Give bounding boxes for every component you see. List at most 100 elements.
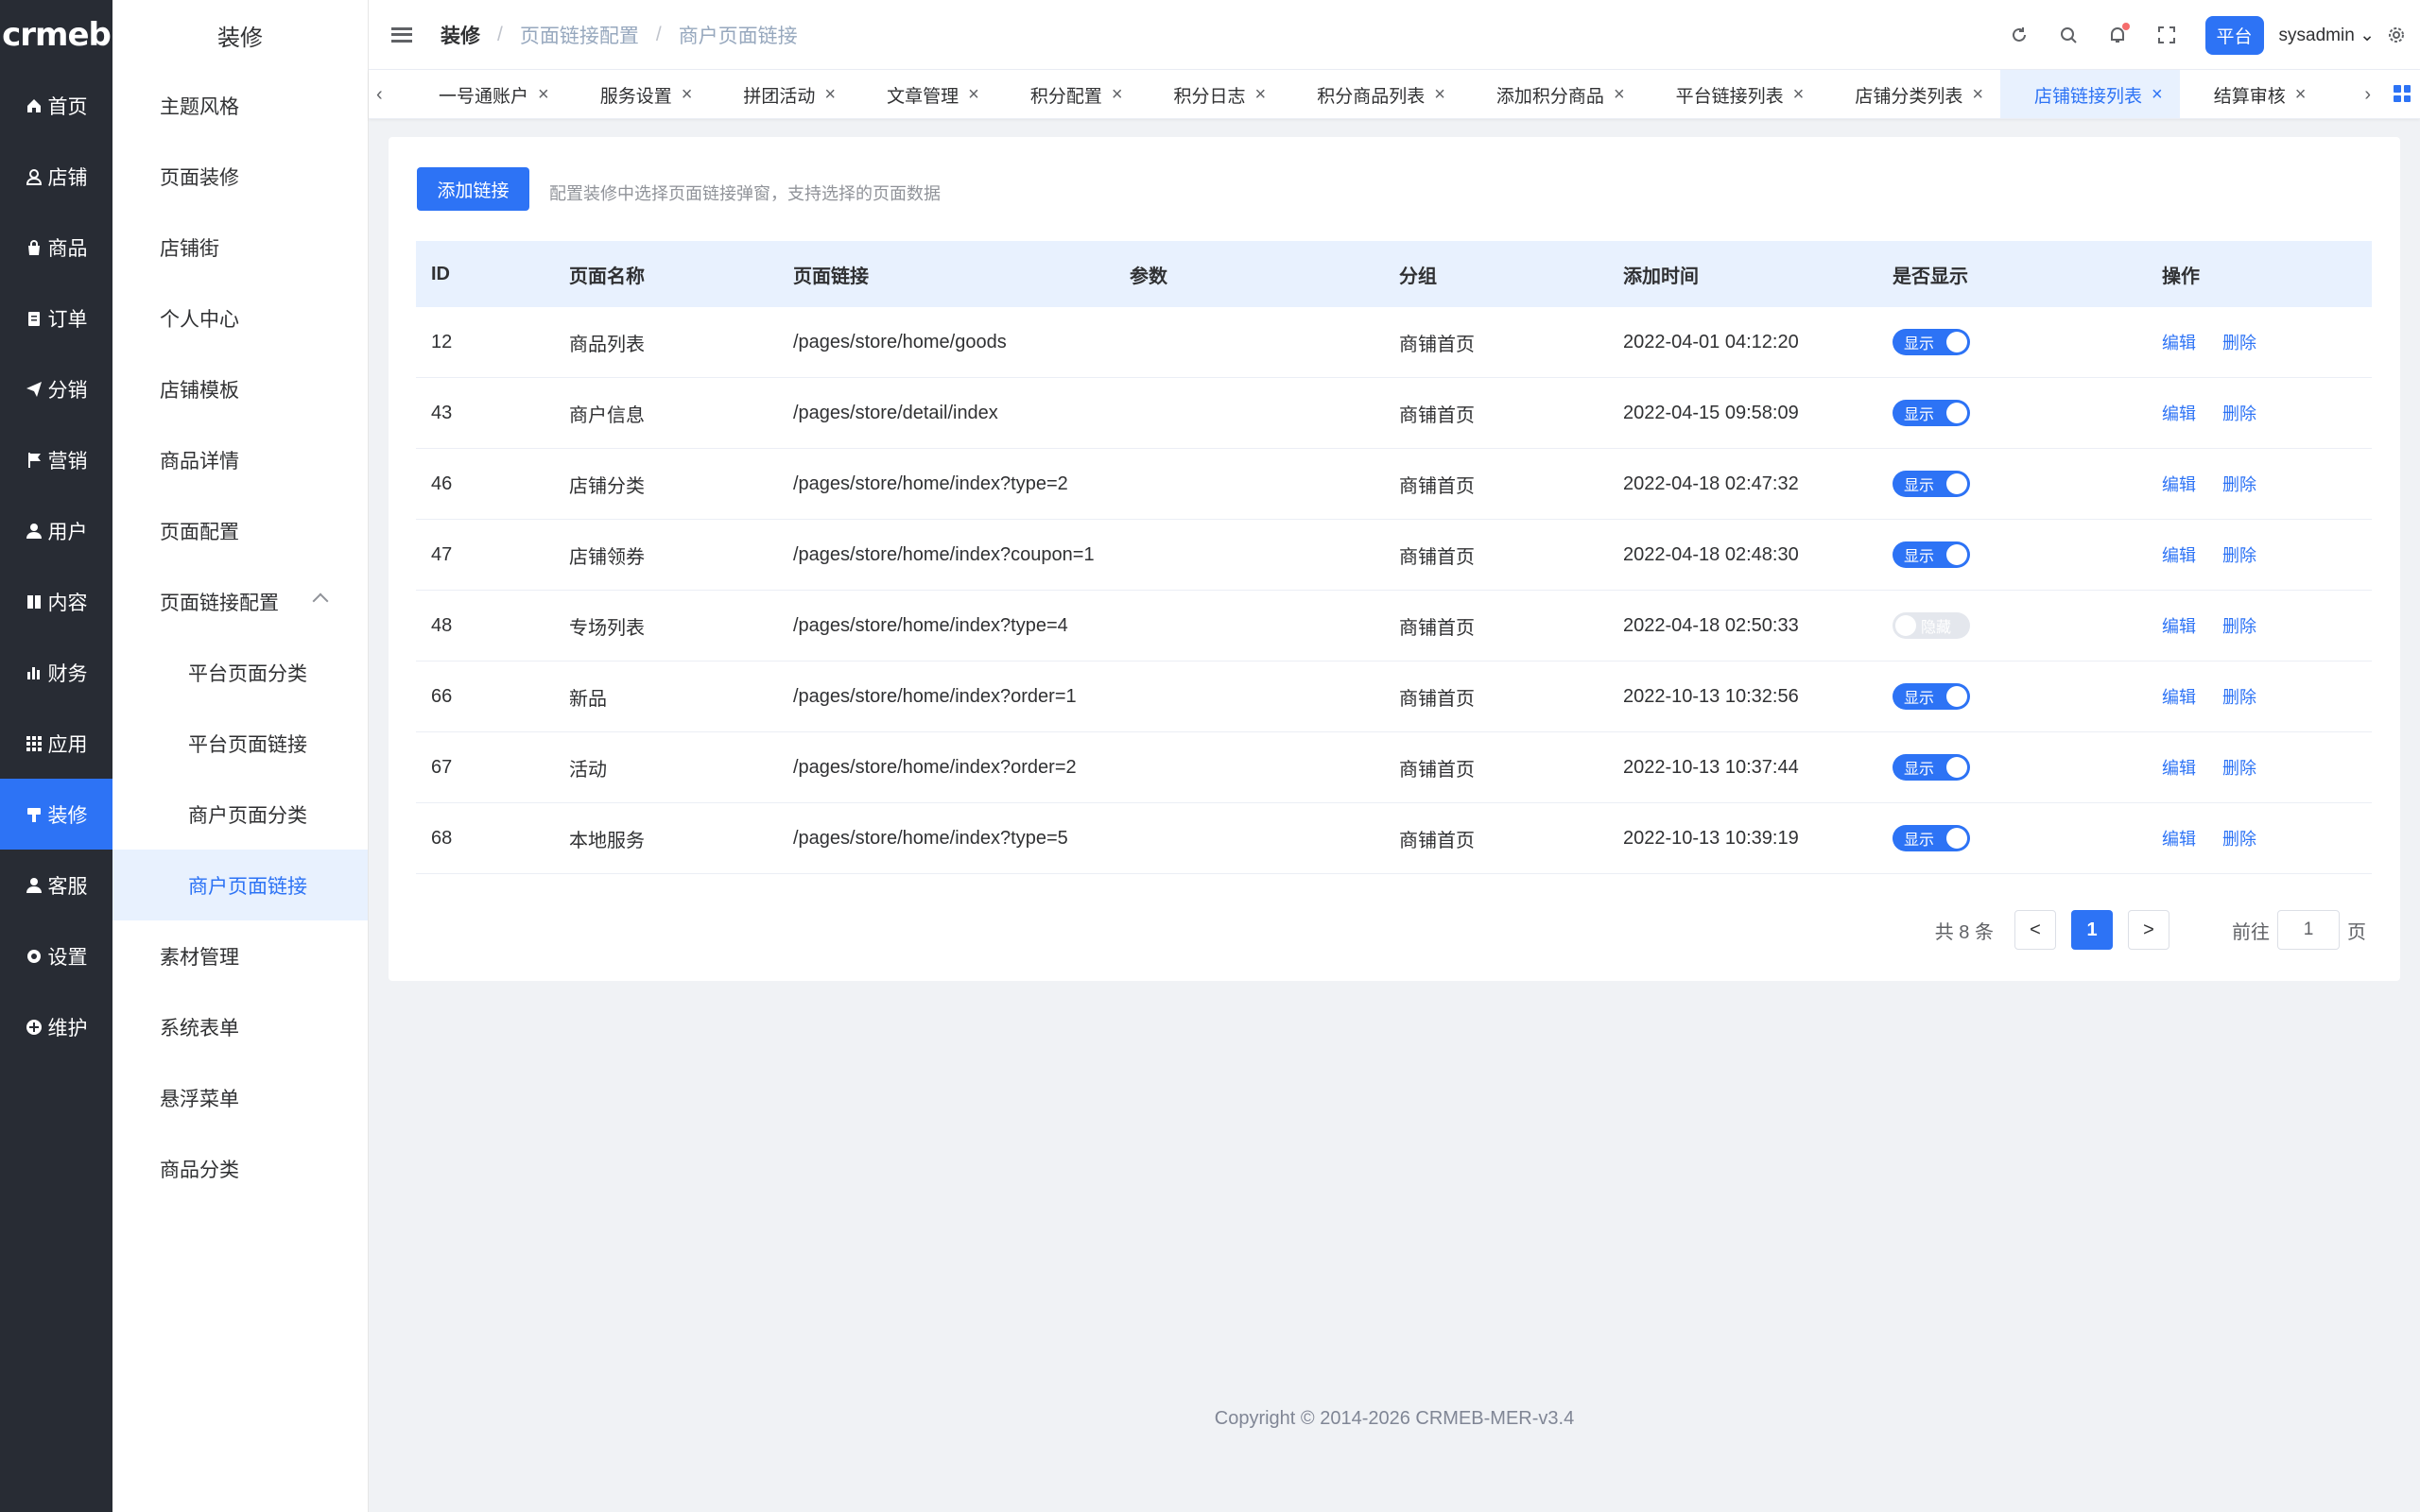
tab-7[interactable]: 添加积分商品 × xyxy=(1462,70,1642,118)
delete-button[interactable]: 删除 xyxy=(2222,404,2256,423)
close-icon[interactable]: × xyxy=(824,84,836,106)
add-link-button[interactable]: 添加链接 xyxy=(417,167,529,211)
show-toggle[interactable]: 显示 xyxy=(1893,329,1970,355)
close-icon[interactable]: × xyxy=(2152,84,2163,106)
close-icon[interactable]: × xyxy=(1972,84,1983,106)
delete-button[interactable]: 删除 xyxy=(2222,830,2256,849)
tab-10[interactable]: 店铺链接列表 × xyxy=(2000,70,2180,118)
show-toggle[interactable]: 显示 xyxy=(1893,754,1970,781)
submenu-item-7[interactable]: 页面链接配置 xyxy=(112,566,368,637)
show-toggle[interactable]: 显示 xyxy=(1893,825,1970,851)
refresh-icon[interactable] xyxy=(2009,25,2030,45)
delete-button[interactable]: 删除 xyxy=(2222,546,2256,565)
show-toggle[interactable]: 隐藏 xyxy=(1893,612,1970,639)
show-toggle[interactable]: 显示 xyxy=(1893,400,1970,426)
close-icon[interactable]: × xyxy=(1793,84,1805,106)
edit-button[interactable]: 编辑 xyxy=(2162,688,2196,707)
collapse-menu-icon[interactable] xyxy=(391,26,412,43)
close-icon[interactable]: × xyxy=(1112,84,1123,106)
submenu-item-1[interactable]: 页面装修 xyxy=(112,141,368,212)
nav-item-5[interactable]: 营销 xyxy=(0,424,112,495)
nav-item-13[interactable]: 维护 xyxy=(0,991,112,1062)
close-icon[interactable]: × xyxy=(538,84,549,106)
nav-item-12[interactable]: 设置 xyxy=(0,920,112,991)
tabs-menu-grid-icon[interactable] xyxy=(2394,85,2411,102)
nav-item-4[interactable]: 分销 xyxy=(0,353,112,424)
submenu-item-9[interactable]: 平台页面链接 xyxy=(112,708,368,779)
tab-0[interactable]: 一号通账户 × xyxy=(405,70,566,118)
nav-item-3[interactable]: 订单 xyxy=(0,283,112,353)
tab-5[interactable]: 积分日志 × xyxy=(1140,70,1284,118)
submenu-item-6[interactable]: 页面配置 xyxy=(112,495,368,566)
nav-item-2[interactable]: 商品 xyxy=(0,212,112,283)
platform-button[interactable]: 平台 xyxy=(2204,15,2264,55)
user-menu[interactable]: sysadmin ⌄ xyxy=(2279,25,2375,46)
bell-icon[interactable] xyxy=(2107,23,2130,45)
tab-12[interactable]: 积 xyxy=(2323,70,2335,118)
close-icon[interactable]: × xyxy=(1434,84,1445,106)
settings-gear-icon[interactable] xyxy=(2386,25,2407,45)
submenu-item-12[interactable]: 素材管理 xyxy=(112,920,368,991)
chevron-right-icon[interactable]: › xyxy=(2364,84,2371,106)
edit-button[interactable]: 编辑 xyxy=(2162,546,2196,565)
tab-3[interactable]: 文章管理 × xyxy=(853,70,996,118)
submenu-item-15[interactable]: 商品分类 xyxy=(112,1133,368,1204)
edit-button[interactable]: 编辑 xyxy=(2162,617,2196,636)
submenu-item-10[interactable]: 商户页面分类 xyxy=(112,779,368,850)
submenu-item-8[interactable]: 平台页面分类 xyxy=(112,637,368,708)
delete-button[interactable]: 删除 xyxy=(2222,334,2256,352)
chevron-left-icon[interactable]: ‹ xyxy=(376,84,383,106)
nav-item-10[interactable]: 装修 xyxy=(0,779,112,850)
submenu-item-0[interactable]: 主题风格 xyxy=(112,70,368,141)
cell-show: 显示 xyxy=(1877,683,2147,710)
edit-button[interactable]: 编辑 xyxy=(2162,830,2196,849)
nav-item-11[interactable]: 客服 xyxy=(0,850,112,920)
nav-item-6[interactable]: 用户 xyxy=(0,495,112,566)
submenu-item-3[interactable]: 个人中心 xyxy=(112,283,368,353)
close-icon[interactable]: × xyxy=(1255,84,1267,106)
tab-11[interactable]: 结算审核 × xyxy=(2180,70,2324,118)
close-icon[interactable]: × xyxy=(968,84,979,106)
pagination-next-button[interactable]: > xyxy=(2128,910,2169,950)
submenu-item-14[interactable]: 悬浮菜单 xyxy=(112,1062,368,1133)
delete-button[interactable]: 删除 xyxy=(2222,475,2256,494)
show-toggle[interactable]: 显示 xyxy=(1893,471,1970,497)
nav-item-0[interactable]: 首页 xyxy=(0,70,112,141)
pagination-goto-input[interactable] xyxy=(2277,910,2340,950)
tab-6[interactable]: 积分商品列表 × xyxy=(1283,70,1462,118)
tab-9[interactable]: 店铺分类列表 × xyxy=(1821,70,2000,118)
brand-logo[interactable]: crmeb xyxy=(0,0,112,70)
search-icon[interactable] xyxy=(2058,25,2079,45)
tab-4[interactable]: 积分配置 × xyxy=(996,70,1140,118)
table-row: 12 商品列表/pages/store/home/goods 商铺首页 2022-04… xyxy=(416,307,2372,378)
edit-button[interactable]: 编辑 xyxy=(2162,759,2196,778)
close-icon[interactable]: × xyxy=(2295,84,2307,106)
delete-button[interactable]: 删除 xyxy=(2222,759,2256,778)
submenu-item-2[interactable]: 店铺街 xyxy=(112,212,368,283)
close-icon[interactable]: × xyxy=(1614,84,1625,106)
submenu-item-11[interactable]: 商户页面链接 xyxy=(112,850,368,920)
pagination-prev-button[interactable]: < xyxy=(2014,910,2056,950)
submenu-item-5[interactable]: 商品详情 xyxy=(112,424,368,495)
fullscreen-icon[interactable] xyxy=(2156,25,2177,45)
edit-button[interactable]: 编辑 xyxy=(2162,404,2196,423)
delete-button[interactable]: 删除 xyxy=(2222,617,2256,636)
nav-item-8[interactable]: 财务 xyxy=(0,637,112,708)
tab-8[interactable]: 平台链接列表 × xyxy=(1642,70,1822,118)
pagination-page-1[interactable]: 1 xyxy=(2071,910,2113,950)
show-toggle[interactable]: 显示 xyxy=(1893,541,1970,568)
show-toggle[interactable]: 显示 xyxy=(1893,683,1970,710)
close-icon[interactable]: × xyxy=(682,84,693,106)
tab-2[interactable]: 拼团活动 × xyxy=(709,70,853,118)
breadcrumb-item[interactable]: 页面链接配置 xyxy=(520,21,639,49)
edit-button[interactable]: 编辑 xyxy=(2162,475,2196,494)
tab-1[interactable]: 服务设置 × xyxy=(566,70,710,118)
submenu-item-4[interactable]: 店铺模板 xyxy=(112,353,368,424)
edit-button[interactable]: 编辑 xyxy=(2162,334,2196,352)
nav-item-1[interactable]: 店铺 xyxy=(0,141,112,212)
nav-item-9[interactable]: 应用 xyxy=(0,708,112,779)
nav-item-7[interactable]: 内容 xyxy=(0,566,112,637)
delete-button[interactable]: 删除 xyxy=(2222,688,2256,707)
breadcrumb-item[interactable]: 装修 xyxy=(441,21,480,49)
submenu-item-13[interactable]: 系统表单 xyxy=(112,991,368,1062)
